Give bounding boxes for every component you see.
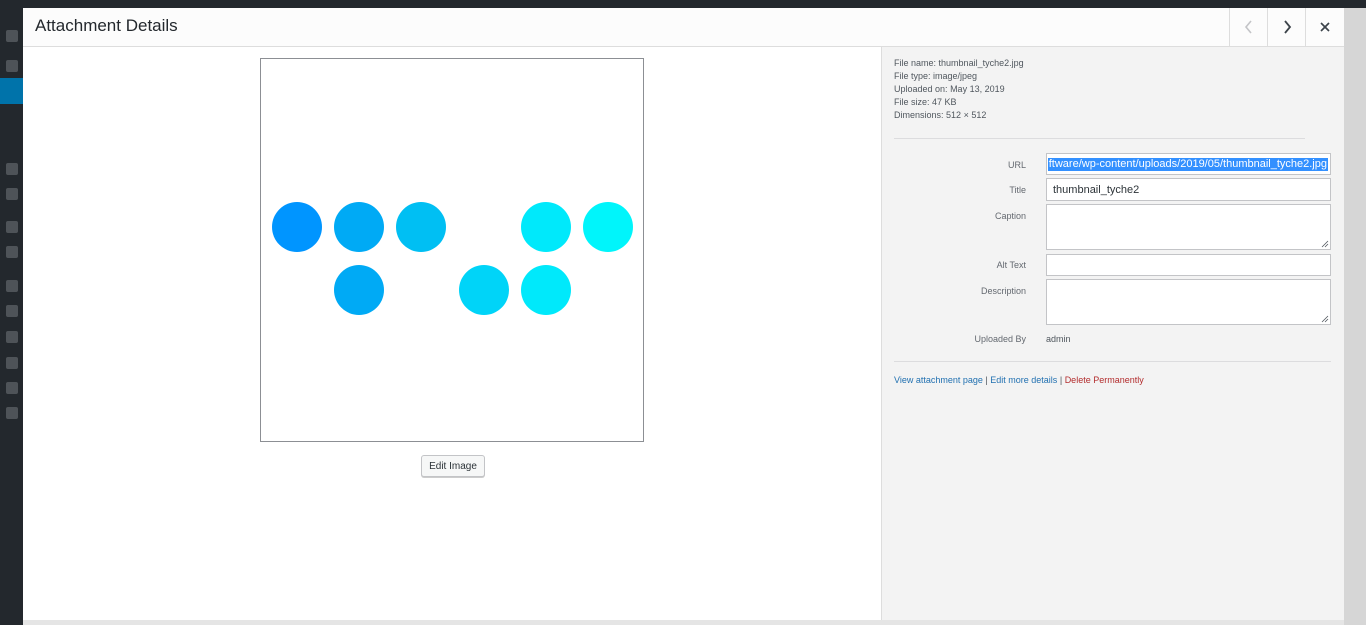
uploaded-on-value: May 13, 2019 xyxy=(950,84,1005,94)
action-separator: | xyxy=(985,375,988,385)
file-size-label: File size: xyxy=(894,97,930,107)
file-type-value: image/jpeg xyxy=(933,71,978,81)
uploaded-by-value: admin xyxy=(1046,334,1071,344)
dimensions-row: Dimensions: 512 × 512 xyxy=(894,109,1024,122)
products-icon xyxy=(6,246,18,258)
attachment-details-modal: Attachment Details Edit Image File name:… xyxy=(23,8,1344,620)
resize-grip-icon xyxy=(1321,240,1329,248)
action-separator: | xyxy=(1059,375,1063,385)
file-type-row: File type: image/jpeg xyxy=(894,70,1024,83)
collapse-icon xyxy=(6,407,18,419)
woo-icon xyxy=(6,221,18,233)
image-dot xyxy=(334,265,384,315)
modal-title: Attachment Details xyxy=(35,16,178,35)
url-label: URL xyxy=(1007,160,1026,170)
image-dot xyxy=(583,202,633,252)
divider xyxy=(894,138,1305,139)
description-label: Description xyxy=(980,286,1026,296)
admin-bar xyxy=(0,0,1366,8)
url-selected-text: ftware/wp-content/uploads/2019/05/thumbn… xyxy=(1047,158,1328,171)
file-name-row: File name: thumbnail_tyche2.jpg xyxy=(894,57,1024,70)
edit-image-button[interactable]: Edit Image xyxy=(421,455,485,477)
uploaded-on-row: Uploaded on: May 13, 2019 xyxy=(894,83,1024,96)
image-dot xyxy=(521,265,571,315)
description-textarea[interactable] xyxy=(1046,279,1331,325)
alt-text-input[interactable] xyxy=(1046,254,1331,276)
url-field[interactable]: ftware/wp-content/uploads/2019/05/thumbn… xyxy=(1046,153,1331,175)
attachment-actions: View attachment page | Edit more details… xyxy=(894,375,1144,385)
file-size-row: File size: 47 KB xyxy=(894,96,1024,109)
pages-icon xyxy=(6,163,18,175)
chevron-right-icon xyxy=(1283,20,1291,34)
dimensions-value: 512 × 512 xyxy=(946,110,987,120)
caption-label: Caption xyxy=(994,211,1026,221)
users-icon xyxy=(6,331,18,343)
appearance-icon xyxy=(6,280,18,292)
file-size-value: 47 KB xyxy=(932,97,957,107)
page-bottom xyxy=(23,620,1344,625)
admin-menu xyxy=(0,8,23,625)
title-input[interactable] xyxy=(1046,178,1331,201)
settings-icon xyxy=(6,382,18,394)
file-info: File name: thumbnail_tyche2.jpg File typ… xyxy=(894,57,1024,122)
dashboard-icon xyxy=(6,30,18,42)
chevron-left-icon xyxy=(1244,20,1252,34)
delete-permanently-link[interactable]: Delete Permanently xyxy=(1065,375,1144,385)
image-dot xyxy=(396,202,446,252)
uploaded-on-label: Uploaded on: xyxy=(894,84,948,94)
image-dot xyxy=(334,202,384,252)
resize-grip-icon xyxy=(1321,315,1329,323)
image-dot xyxy=(459,265,509,315)
comments-icon xyxy=(6,188,18,200)
file-name-label: File name: xyxy=(894,58,937,68)
file-name-value: thumbnail_tyche2.jpg xyxy=(938,58,1024,68)
media-menu-current xyxy=(0,78,23,104)
alt-text-label: Alt Text xyxy=(996,260,1026,270)
thumbnail-image xyxy=(272,202,633,315)
caption-textarea[interactable] xyxy=(1046,204,1331,250)
dimensions-label: Dimensions: xyxy=(894,110,944,120)
plugins-icon xyxy=(6,305,18,317)
modal-header: Attachment Details xyxy=(23,8,1344,47)
divider xyxy=(894,361,1331,362)
file-type-label: File type: xyxy=(894,71,931,81)
pin-icon xyxy=(6,60,18,72)
close-icon xyxy=(1319,22,1330,32)
page-scroll-area xyxy=(1344,8,1366,625)
uploaded-by-label: Uploaded By xyxy=(974,334,1026,344)
attachment-info-sidebar: File name: thumbnail_tyche2.jpg File typ… xyxy=(881,47,1344,620)
image-dot xyxy=(521,202,571,252)
title-label: Title xyxy=(1009,185,1026,195)
close-modal-button[interactable] xyxy=(1305,8,1343,46)
edit-more-details-link[interactable]: Edit more details xyxy=(990,375,1057,385)
tools-icon xyxy=(6,357,18,369)
next-attachment-button[interactable] xyxy=(1267,8,1305,46)
image-dot xyxy=(272,202,322,252)
view-attachment-link[interactable]: View attachment page xyxy=(894,375,983,385)
attachment-image-preview xyxy=(260,58,644,442)
previous-attachment-button[interactable] xyxy=(1229,8,1267,46)
